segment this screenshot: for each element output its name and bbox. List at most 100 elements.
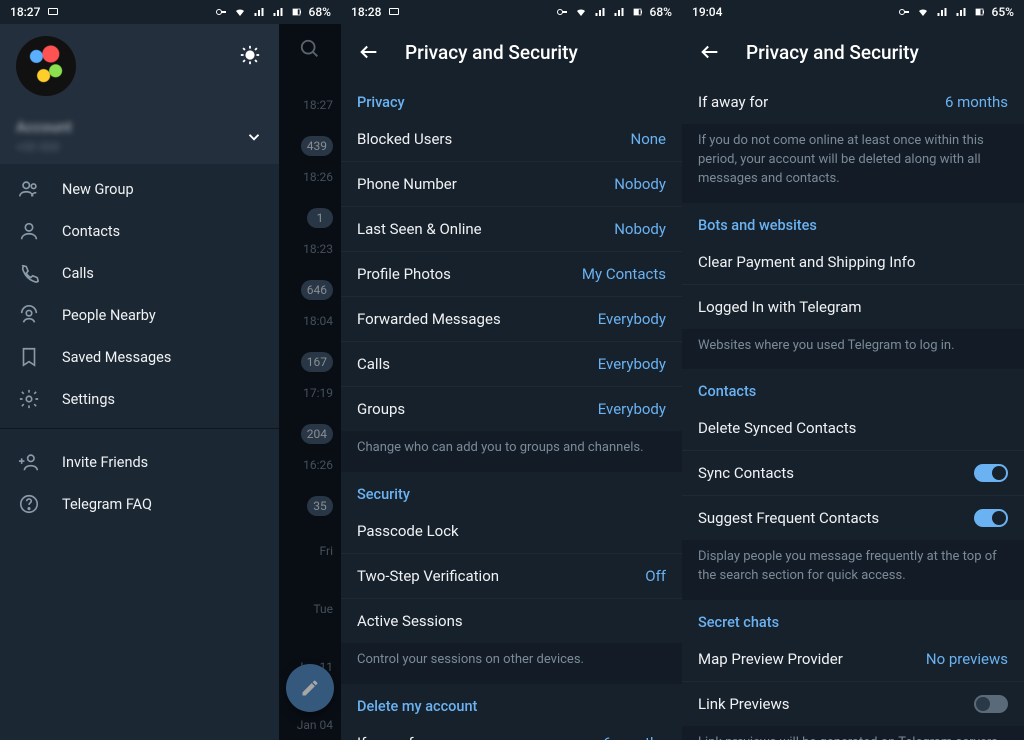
bookmark-icon — [18, 346, 40, 368]
back-button[interactable] — [357, 40, 381, 64]
drawer-item-saved-messages[interactable]: Saved Messages — [0, 336, 279, 378]
invite-icon — [18, 451, 40, 473]
row-value: No previews — [926, 650, 1008, 668]
avatar[interactable] — [16, 36, 76, 96]
row-forwarded-messages[interactable]: Forwarded MessagesEverybody — [341, 297, 682, 342]
toggle-switch[interactable] — [974, 464, 1008, 482]
toggle-switch[interactable] — [974, 509, 1008, 527]
row-phone-number[interactable]: Phone NumberNobody — [341, 162, 682, 207]
chat-row[interactable]: 17:19204 — [279, 382, 341, 454]
phone-icon — [18, 262, 40, 284]
row-clear-payment-and-shipping-info[interactable]: Clear Payment and Shipping Info — [682, 240, 1024, 285]
row-if-away-for[interactable]: If away for 6 months — [682, 80, 1024, 124]
status-time: 19:04 — [692, 5, 722, 19]
row-delete-synced-contacts[interactable]: Delete Synced Contacts — [682, 406, 1024, 451]
row-value: 6 months — [603, 734, 666, 740]
account-expand-button[interactable] — [245, 128, 263, 146]
chat-time: 18:23 — [303, 242, 333, 256]
drawer-item-people-nearby[interactable]: People Nearby — [0, 294, 279, 336]
chat-time: 16:26 — [303, 458, 333, 472]
section-header-contacts: Contacts — [682, 369, 1024, 406]
drawer-item-new-group[interactable]: New Group — [0, 168, 279, 210]
status-battery: 65% — [992, 5, 1014, 19]
drawer-item-telegram-faq[interactable]: Telegram FAQ — [0, 483, 279, 525]
help-icon — [18, 493, 40, 515]
chat-row[interactable]: 18:27439 — [279, 94, 341, 166]
row-blocked-users[interactable]: Blocked UsersNone — [341, 117, 682, 162]
drawer-item-label: People Nearby — [62, 307, 156, 324]
gear-icon — [18, 388, 40, 410]
row-label: If away for — [698, 93, 768, 111]
row-calls[interactable]: CallsEverybody — [341, 342, 682, 387]
away-hint: If you do not come online at least once … — [682, 124, 1024, 203]
drawer-item-settings[interactable]: Settings — [0, 378, 279, 420]
drawer-item-label: Invite Friends — [62, 454, 148, 471]
chat-row[interactable]: Fri — [279, 526, 341, 584]
row-last-seen-online[interactable]: Last Seen & OnlineNobody — [341, 207, 682, 252]
signal-icon — [935, 6, 949, 18]
chat-day: Tue — [313, 602, 333, 616]
row-active-sessions[interactable]: Active Sessions — [341, 599, 682, 643]
chat-row[interactable]: 16:2635 — [279, 454, 341, 526]
row-groups[interactable]: GroupsEverybody — [341, 387, 682, 431]
drawer-item-label: Contacts — [62, 223, 120, 240]
row-link-previews[interactable]: Link Previews — [682, 682, 1024, 726]
vpn-icon — [897, 6, 911, 18]
compose-fab[interactable] — [286, 664, 334, 712]
row-value: Nobody — [614, 220, 666, 238]
section-header-delete: Delete my account — [341, 684, 682, 721]
drawer-item-contacts[interactable]: Contacts — [0, 210, 279, 252]
row-label: Clear Payment and Shipping Info — [698, 253, 915, 271]
wifi-icon — [574, 6, 588, 18]
vpn-icon — [214, 6, 228, 18]
row-logged-in-with-telegram[interactable]: Logged In with Telegram — [682, 285, 1024, 329]
row-sync-contacts[interactable]: Sync Contacts — [682, 451, 1024, 496]
toggle-switch[interactable] — [974, 695, 1008, 713]
row-map-preview-provider[interactable]: Map Preview ProviderNo previews — [682, 637, 1024, 682]
row-label: Blocked Users — [357, 130, 452, 148]
status-bar: 19:04 65% — [682, 0, 1024, 24]
chat-row[interactable]: 18:261 — [279, 166, 341, 238]
app-bar: Privacy and Security — [341, 24, 682, 80]
row-label: Groups — [357, 400, 405, 418]
row-value: 6 months — [945, 93, 1008, 111]
row-label: Link Previews — [698, 695, 789, 713]
chevron-down-icon — [245, 128, 263, 146]
back-button[interactable] — [698, 40, 722, 64]
theme-toggle-button[interactable] — [237, 42, 263, 68]
vpn-icon — [555, 6, 569, 18]
chat-row[interactable]: 18:23 646 — [279, 238, 341, 310]
battery-icon — [290, 6, 304, 18]
row-value: Everybody — [598, 355, 666, 373]
chat-row[interactable]: Tue — [279, 584, 341, 642]
row-suggest-frequent-contacts[interactable]: Suggest Frequent Contacts — [682, 496, 1024, 540]
unread-badge: 646 — [301, 280, 333, 300]
row-label: Delete Synced Contacts — [698, 419, 856, 437]
signal-icon — [593, 6, 607, 18]
row-if-away-for[interactable]: If away for 6 months — [341, 721, 682, 740]
row-label: Passcode Lock — [357, 522, 459, 540]
chat-time: 17:19 — [303, 386, 333, 400]
signal-icon — [252, 6, 266, 18]
status-battery: 68% — [650, 5, 672, 19]
chat-row[interactable]: 18:04167 — [279, 310, 341, 382]
pencil-icon — [300, 678, 320, 698]
search-button[interactable] — [299, 38, 321, 60]
chat-time: 18:04 — [303, 314, 333, 328]
unread-badge: 1 — [307, 208, 333, 228]
section-header-privacy: Privacy — [341, 80, 682, 117]
status-time: 18:28 — [351, 5, 381, 19]
drawer-item-invite-friends[interactable]: Invite Friends — [0, 441, 279, 483]
row-two-step-verification[interactable]: Two-Step VerificationOff — [341, 554, 682, 599]
row-passcode-lock[interactable]: Passcode Lock — [341, 509, 682, 554]
signal-icon-2 — [271, 6, 285, 18]
battery-icon — [973, 6, 987, 18]
row-label: Phone Number — [357, 175, 457, 193]
page-title: Privacy and Security — [746, 41, 919, 64]
row-label: Sync Contacts — [698, 464, 794, 482]
page-title: Privacy and Security — [405, 41, 578, 64]
chat-time: 18:27 — [303, 98, 333, 112]
drawer-item-calls[interactable]: Calls — [0, 252, 279, 294]
row-profile-photos[interactable]: Profile PhotosMy Contacts — [341, 252, 682, 297]
account-name: Account — [16, 118, 72, 136]
